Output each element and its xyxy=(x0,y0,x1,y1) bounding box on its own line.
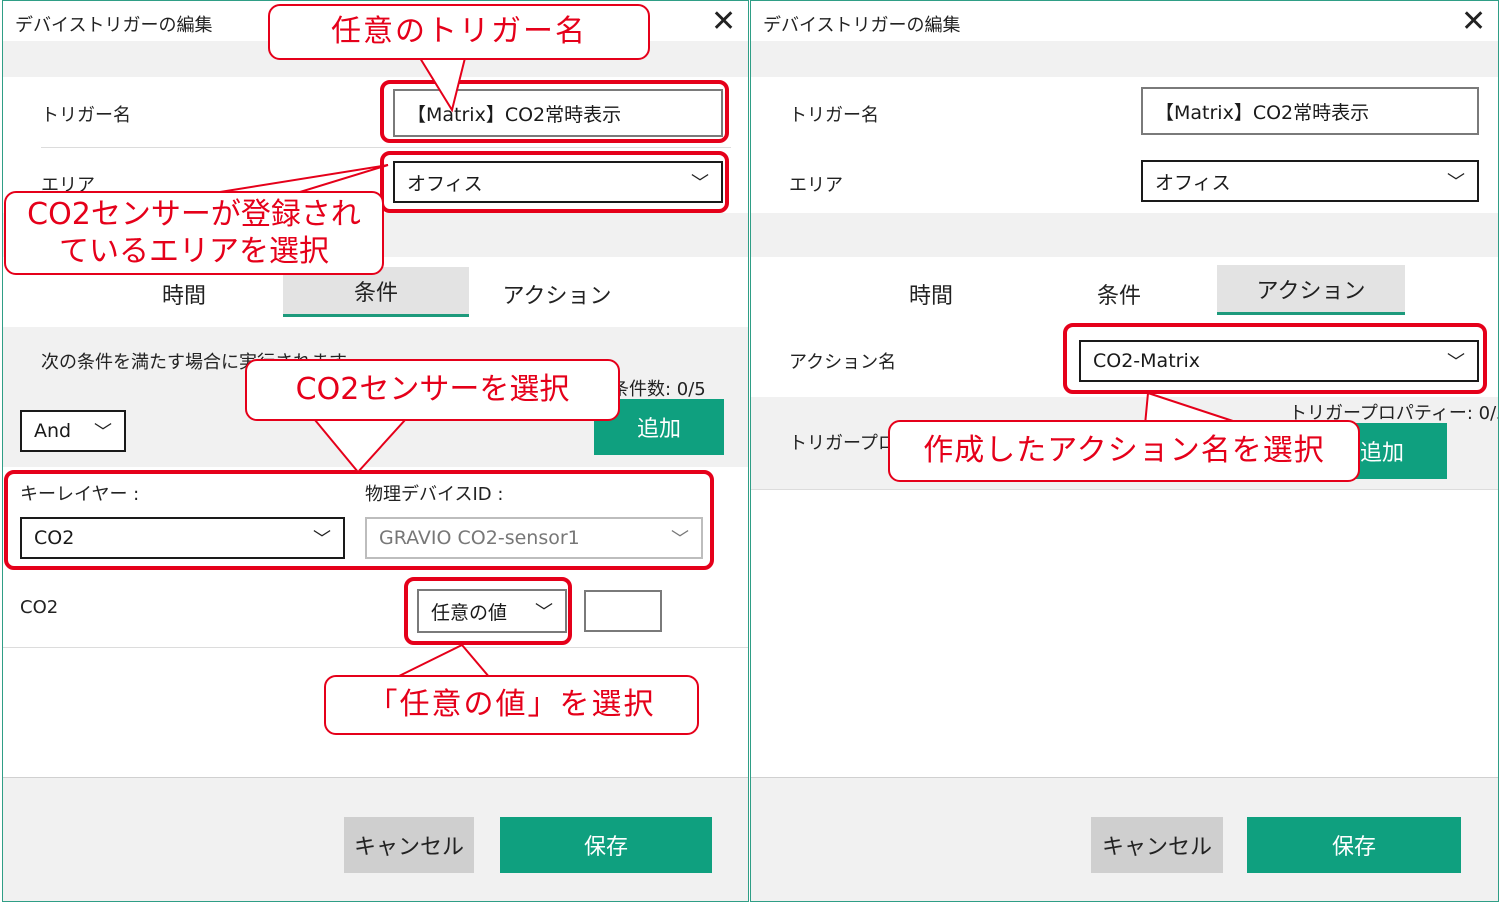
pointer-any-value xyxy=(394,643,493,679)
callout-any-value: 「任意の値」を選択 xyxy=(324,675,699,735)
callout-area: CO2センサーが登録されているエリアを選択 xyxy=(4,191,384,275)
callout-action: 作成したアクション名を選択 xyxy=(888,420,1360,482)
callout-sensor: CO2センサーを選択 xyxy=(245,359,620,421)
pointer-area xyxy=(219,164,389,193)
pointer-trigger-name xyxy=(418,57,467,113)
callout-trigger-name: 任意のトリガー名 xyxy=(268,4,650,60)
pointer-sensor xyxy=(312,419,408,474)
